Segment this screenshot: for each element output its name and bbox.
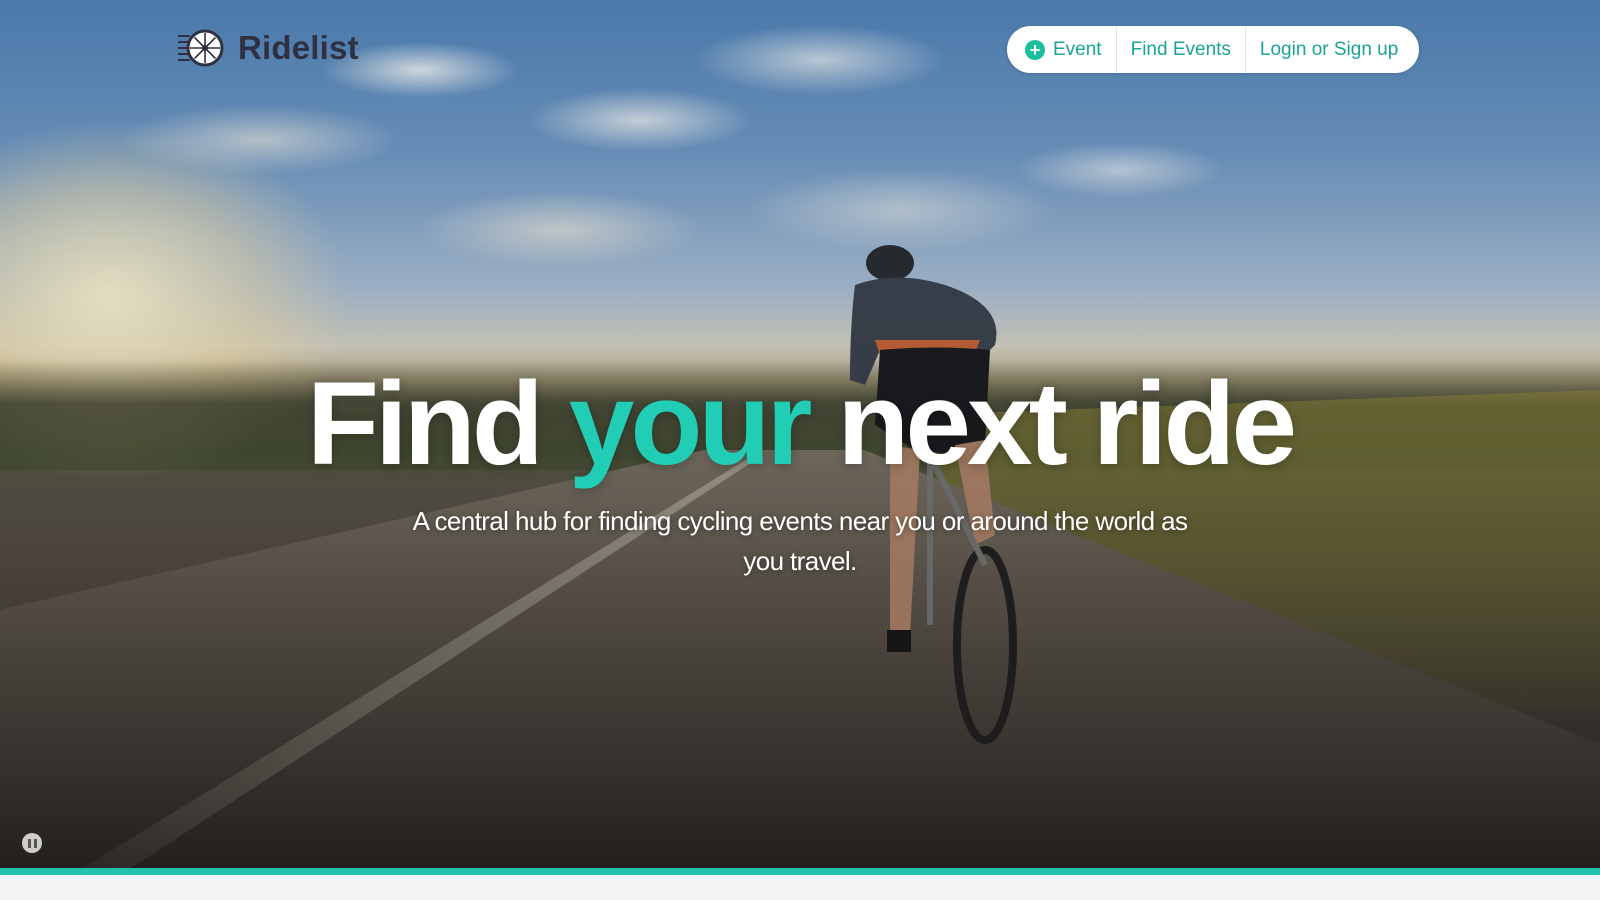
find-events-link[interactable]: Find Events bbox=[1117, 26, 1246, 73]
headline-part-2: next ride bbox=[837, 358, 1297, 490]
hero-headline: Find your next ride bbox=[0, 356, 1600, 492]
pause-icon-bar bbox=[33, 838, 37, 848]
brand-name: Ridelist bbox=[238, 29, 359, 66]
headline-part-1: Find bbox=[306, 358, 544, 490]
add-event-label: Event bbox=[1053, 38, 1102, 60]
top-nav: + Event Find Events Login or Sign up bbox=[1007, 26, 1419, 73]
pause-icon bbox=[27, 838, 31, 848]
headline-accent: your bbox=[568, 358, 813, 490]
hero-subheading: A central hub for finding cycling events… bbox=[412, 506, 1188, 576]
login-signup-label: Login or Sign up bbox=[1259, 38, 1399, 60]
add-event-button[interactable]: + Event bbox=[1007, 26, 1117, 73]
brand-logo[interactable]: Ridelist bbox=[178, 28, 359, 68]
plus-circle-icon: + bbox=[1025, 39, 1045, 60]
accent-divider bbox=[0, 868, 1600, 875]
find-events-label: Find Events bbox=[1130, 38, 1231, 60]
login-signup-link[interactable]: Login or Sign up bbox=[1246, 26, 1418, 73]
video-pause-button[interactable] bbox=[22, 833, 42, 853]
wheel-logo-icon bbox=[178, 29, 224, 67]
content-area-top bbox=[0, 875, 1600, 900]
